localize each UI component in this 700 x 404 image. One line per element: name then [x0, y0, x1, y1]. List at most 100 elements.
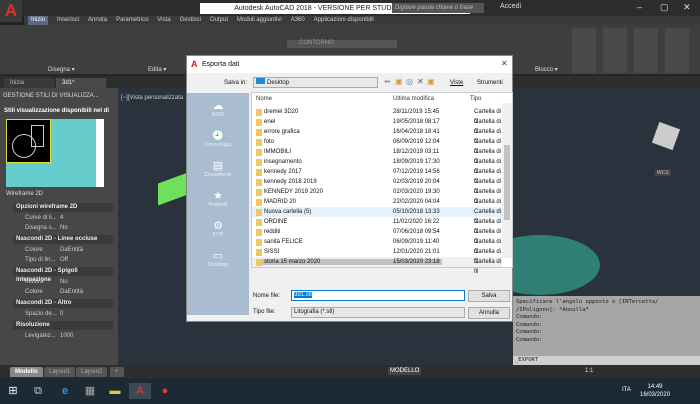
vertical-scrollbar[interactable] [502, 103, 512, 258]
views-menu[interactable]: Viste [450, 80, 463, 86]
doc-tab-start[interactable]: Inizia [4, 78, 54, 88]
model-space-toggle[interactable]: MODELLO [388, 367, 422, 375]
ribbon-tab[interactable]: Gestisci [180, 16, 201, 25]
tools-menu[interactable]: Strumenti [477, 80, 503, 86]
ribbon-tab[interactable]: Inserisci [57, 16, 79, 25]
ribbon-button[interactable] [603, 28, 627, 73]
autocad-taskbar-icon[interactable]: A [129, 383, 151, 399]
property-row[interactable]: Spazio de... 0 [13, 309, 113, 319]
search-web-icon[interactable]: ◎ [406, 77, 413, 86]
ribbon-button[interactable] [634, 28, 658, 73]
property-row[interactable]: Disegna s... No [13, 223, 113, 233]
save-button[interactable]: Salva [468, 290, 510, 302]
wcs-menu[interactable]: WCS [655, 170, 671, 176]
place-a360[interactable]: ☁ A360 [187, 99, 249, 118]
column-modified[interactable]: Ultima modifica [393, 96, 434, 102]
layout-tab-model[interactable]: Modello [10, 367, 43, 377]
place-cronologia[interactable]: 🕘 Cronologia [187, 129, 249, 148]
palette-section-header[interactable]: Nascondi 2D - Linee occluse [13, 235, 113, 244]
sign-in-button[interactable]: Accedi [500, 3, 521, 10]
ribbon-button[interactable] [665, 28, 689, 73]
annotation-scale[interactable]: 1:1 [585, 368, 593, 374]
file-row[interactable]: KENNEDY 2019 2020 02/03/2020 19:30 Cartell… [252, 187, 502, 205]
property-row[interactable]: Levigatez... 1000 [13, 331, 113, 341]
property-row[interactable]: Colore DaEntità [13, 287, 113, 297]
up-folder-icon[interactable]: ▣ [395, 77, 403, 86]
file-row[interactable]: storia 15 marzo 2020 15/03/2020 23:18 Cart… [252, 257, 502, 275]
palette-section-header[interactable]: Nascondi 2D - Spigoli intersezione [13, 267, 113, 283]
ribbon-tab[interactable]: Output [210, 16, 228, 25]
ribbon-tab[interactable]: Annota [88, 16, 107, 25]
ribbon-tab[interactable]: Applicazioni disponibili [314, 16, 374, 25]
ribbon-tab[interactable]: Moduli aggiuntivi [237, 16, 282, 25]
column-name[interactable]: Nome [256, 96, 272, 102]
save-in-dropdown[interactable]: Desktop [253, 77, 378, 88]
file-row[interactable]: SISSI 12/01/2020 21:01 Cartella di fil [252, 247, 502, 265]
wireframe-2d-thumbnail[interactable] [6, 119, 51, 163]
file-row[interactable]: redditi 07/06/2018 09:54 Cartella di fil [252, 227, 502, 245]
viewport-controls[interactable]: [−][Vista personalizzata [121, 95, 183, 101]
maximize-button[interactable]: ▢ [660, 2, 669, 13]
draw-group-label[interactable]: Disegna ▾ [48, 66, 75, 73]
ribbon-tab[interactable]: Parametrico [116, 16, 148, 25]
new-folder-icon[interactable]: ▣ [427, 77, 435, 86]
ribbon-button[interactable] [572, 28, 596, 73]
property-row[interactable]: Curve di li... 4 [13, 213, 113, 223]
modify-group-label[interactable]: Edita ▾ [148, 66, 166, 73]
place-documenti[interactable]: ▤ Documenti [187, 159, 249, 178]
windows-start-icon[interactable]: ⊞ [5, 383, 21, 399]
network-app-icon[interactable]: ▦ [82, 383, 98, 399]
file-explorer-icon[interactable]: ▬ [107, 383, 123, 399]
file-row[interactable]: enel 19/05/2018 08:17 Cartella di fil [252, 117, 502, 135]
command-line-input[interactable]: _EXPORT [513, 356, 700, 365]
add-layout-button[interactable]: + [110, 367, 124, 377]
column-type[interactable]: Tipo [470, 96, 481, 102]
property-row[interactable]: Tipo di lin... Off [13, 255, 113, 265]
thumbnail-scrollbar[interactable] [96, 119, 104, 187]
file-row[interactable]: errore grafica 16/04/2018 18:41 Cartella d… [252, 127, 502, 145]
file-row[interactable]: kennedy 2018 2019 02/03/2019 20:04 Cartell… [252, 177, 502, 195]
palette-section-header[interactable]: Risoluzione [13, 321, 113, 330]
filename-input[interactable]: 3d1.stl [291, 290, 465, 301]
file-row[interactable]: MADRID 2022/02/2020 04:04Cartella di fil [252, 197, 502, 215]
block-group-label[interactable]: Blocco ▾ [535, 66, 558, 73]
palette-section-header[interactable]: Opzioni wireframe 2D [13, 203, 113, 212]
ribbon-tab[interactable]: Inizio [28, 16, 49, 25]
file-row[interactable]: Nuova cartella (5) 05/10/2018 13:33 Cartel… [252, 207, 502, 225]
doc-tab-drawing[interactable]: 3d1* [56, 78, 106, 88]
file-row[interactable]: ORDINE 11/02/2020 16:22 Cartella di fil [252, 217, 502, 235]
file-row[interactable]: foto 06/09/2019 12:04 Cartella di fil [252, 137, 502, 155]
file-row[interactable]: kennedy 2017 07/12/2019 14:56 Cartella di … [252, 167, 502, 185]
language-indicator[interactable]: ITA [622, 387, 631, 393]
back-icon[interactable]: ⬅ [384, 77, 391, 86]
help-search-input[interactable]: Digitare parola chiave o frase [392, 3, 484, 13]
property-row[interactable]: Mostra No [13, 277, 113, 287]
file-list[interactable]: Nome Ultima modifica Tipo dremel 3D20 28/… [251, 92, 513, 275]
cancel-button[interactable]: Annulla [468, 307, 510, 319]
place-label: Desktop [207, 262, 229, 268]
dialog-close-icon[interactable]: ✕ [501, 59, 508, 68]
file-row[interactable]: insegnamento 18/09/2019 17:30 Cartella di … [252, 157, 502, 175]
filetype-dropdown[interactable]: Litografia (*.stl) [291, 307, 465, 318]
property-row[interactable]: Colore DaEntità [13, 245, 113, 255]
layout-tab-1[interactable]: Layout1 [44, 367, 76, 377]
place-desktop[interactable]: ▭ Desktop [187, 249, 249, 268]
clock[interactable]: 14:49 16/03/2020 [640, 383, 670, 399]
file-row[interactable]: sanità FELICE 06/09/2019 11:40 Cartella di… [252, 237, 502, 255]
minimize-button[interactable]: – [637, 2, 642, 12]
file-row[interactable]: IMMOBILI 18/12/2019 03:11 Cartella di fil [252, 147, 502, 165]
file-row[interactable]: dremel 3D20 28/11/2019 15:45 Cartella di f… [252, 107, 502, 125]
delete-icon[interactable]: ✕ [417, 77, 424, 86]
place-preferiti[interactable]: ★ Preferiti [187, 189, 249, 208]
layout-tab-2[interactable]: Layout2 [76, 367, 108, 377]
place-ftp[interactable]: ⚙ FTP [187, 219, 249, 238]
task-view-icon[interactable]: ⧉ [30, 383, 46, 399]
palette-section-header[interactable]: Nascondi 2D - Altro [13, 299, 113, 308]
autocad-app-menu-button[interactable]: A [0, 0, 22, 22]
close-button[interactable]: ✕ [683, 2, 691, 13]
recorder-icon[interactable]: ● [157, 383, 173, 399]
layer-dropdown[interactable]: CONTORNO [287, 40, 397, 48]
ribbon-tab[interactable]: Vista [157, 16, 170, 25]
ribbon-tab[interactable]: A360 [291, 16, 305, 25]
edge-icon[interactable]: e [57, 383, 73, 399]
